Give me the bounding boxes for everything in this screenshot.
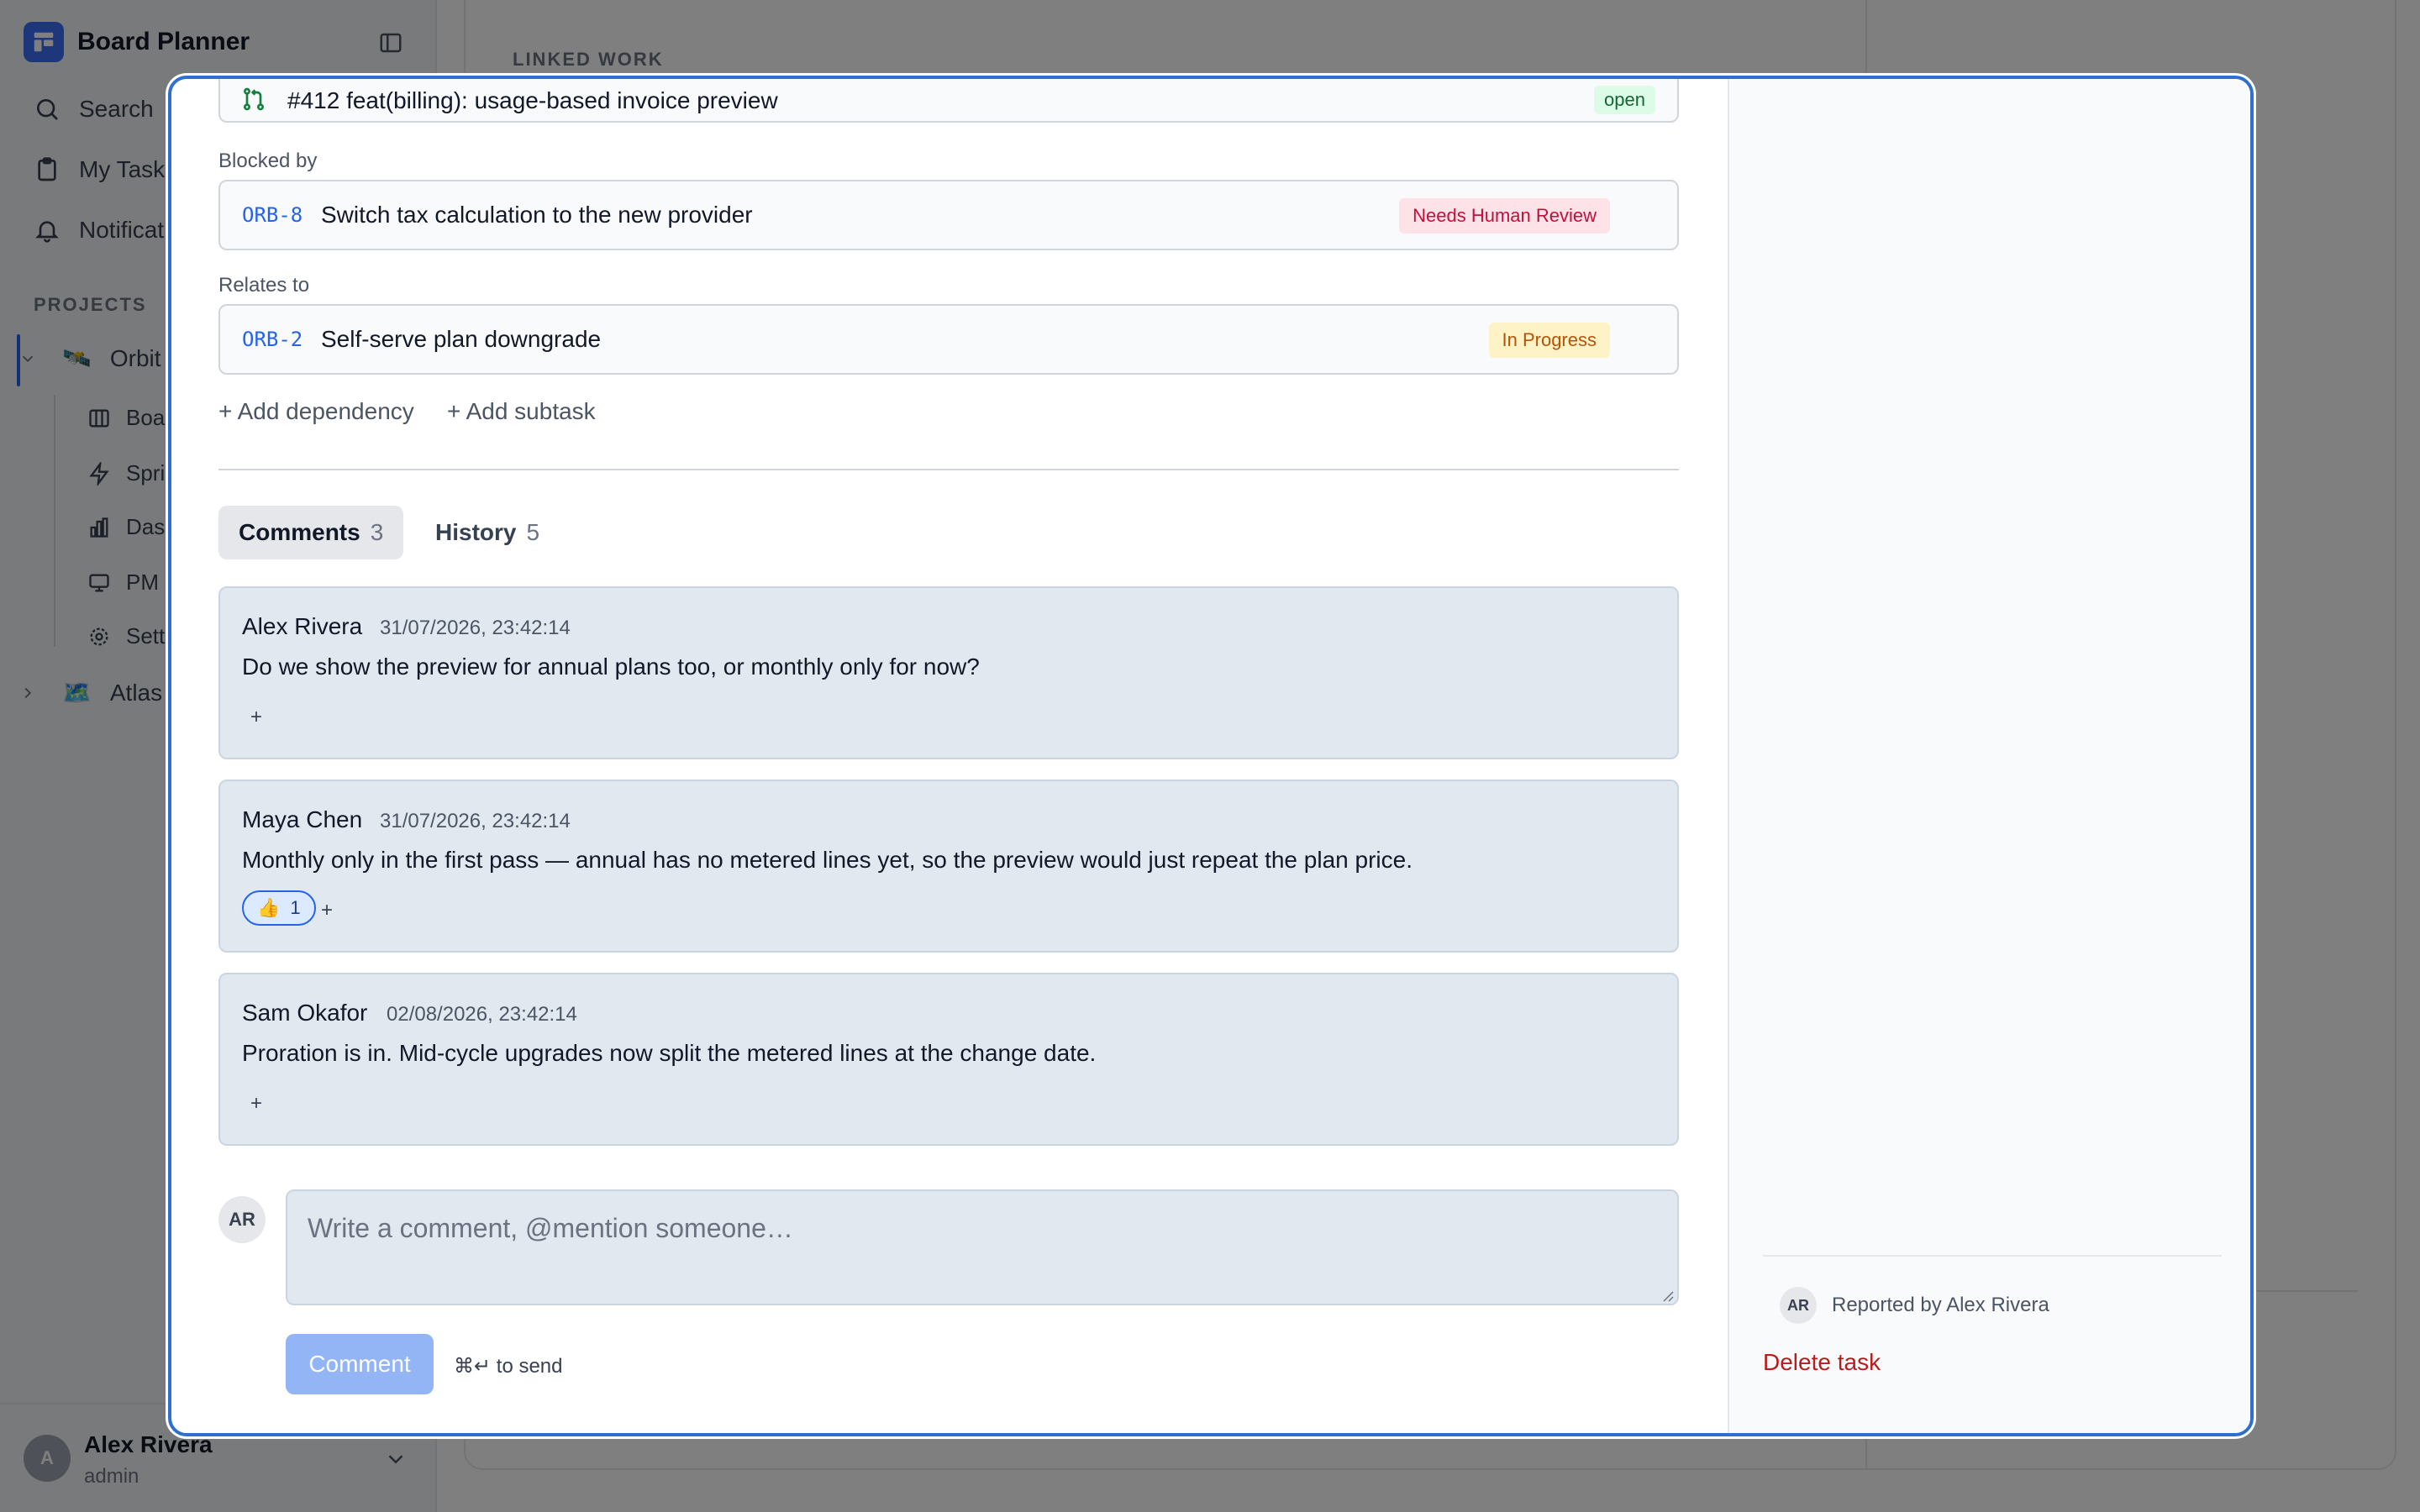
delete-task-button[interactable]: Delete task xyxy=(1763,1349,1881,1376)
avatar: AR xyxy=(218,1196,266,1243)
task-key: ORB-8 xyxy=(242,203,303,227)
comment-author: Maya Chen xyxy=(242,806,363,832)
comment-input[interactable] xyxy=(286,1189,1679,1305)
tab-count: 3 xyxy=(370,519,384,545)
add-reaction-button[interactable]: + xyxy=(321,899,333,922)
task-meta-panel: AR Reported by Alex Rivera Delete task xyxy=(1728,79,2250,1433)
comment-body: Do we show the preview for annual plans … xyxy=(242,654,980,680)
reporter-info: AR Reported by Alex Rivera xyxy=(1780,1287,2049,1324)
dependency-blocked-by[interactable]: ORB-8 Switch tax calculation to the new … xyxy=(218,180,1679,250)
comment-item: Alex Rivera 31/07/2026, 23:42:14 Do we s… xyxy=(218,586,1679,759)
panel-divider xyxy=(1763,1255,2222,1257)
tab-label: History xyxy=(435,519,517,545)
dependency-relates-to[interactable]: ORB-2 Self-serve plan downgrade In Progr… xyxy=(218,304,1679,375)
avatar: AR xyxy=(1780,1287,1817,1324)
comment-timestamp: 31/07/2026, 23:42:14 xyxy=(380,617,571,639)
comment-item: Maya Chen 31/07/2026, 23:42:14 Monthly o… xyxy=(218,780,1679,953)
add-reaction-button[interactable]: + xyxy=(250,1092,262,1116)
comment-timestamp: 31/07/2026, 23:42:14 xyxy=(380,810,571,832)
comment-body: Monthly only in the first pass — annual … xyxy=(242,847,1413,873)
comment-author: Alex Rivera xyxy=(242,613,363,639)
status-badge: In Progress xyxy=(1488,323,1610,358)
reaction-count: 1 xyxy=(290,897,301,918)
comment-body: Proration is in. Mid-cycle upgrades now … xyxy=(242,1040,1097,1066)
comment-timestamp: 02/08/2026, 23:42:14 xyxy=(387,1003,577,1026)
task-key: ORB-2 xyxy=(242,328,303,351)
status-badge: open xyxy=(1594,86,1655,114)
task-title: Switch tax calculation to the new provid… xyxy=(321,202,753,228)
thumbs-up-icon: 👍 xyxy=(257,897,281,918)
pull-request-icon xyxy=(244,87,264,111)
task-detail-modal: #412 feat(billing): usage-based invoice … xyxy=(168,76,2254,1436)
comment-author: Sam Okafor xyxy=(242,1000,368,1026)
comment-item: Sam Okafor 02/08/2026, 23:42:14 Proratio… xyxy=(218,973,1679,1146)
task-title: Self-serve plan downgrade xyxy=(321,326,602,352)
tab-count: 5 xyxy=(526,519,540,545)
comment-submit-button[interactable]: Comment xyxy=(286,1334,434,1394)
pull-request-title: #412 feat(billing): usage-based invoice … xyxy=(287,87,778,113)
relates-to-label: Relates to xyxy=(218,274,310,297)
blocked-by-label: Blocked by xyxy=(218,150,318,172)
section-divider xyxy=(218,469,1679,470)
linked-pull-request[interactable]: #412 feat(billing): usage-based invoice … xyxy=(218,79,1679,123)
reported-by-text: Reported by Alex Rivera xyxy=(1832,1294,2049,1316)
tab-history[interactable]: History 5 xyxy=(415,506,560,559)
reaction-thumbs-up[interactable]: 👍 1 xyxy=(242,890,316,926)
send-shortcut-hint: ⌘↵ to send xyxy=(454,1355,563,1378)
add-reaction-button[interactable]: + xyxy=(250,706,262,729)
tab-comments[interactable]: Comments 3 xyxy=(218,506,404,559)
add-subtask-button[interactable]: + Add subtask xyxy=(447,398,596,425)
status-badge: Needs Human Review xyxy=(1399,198,1610,234)
resize-handle-icon[interactable] xyxy=(1662,1290,1674,1302)
tab-label: Comments xyxy=(239,519,360,545)
add-dependency-button[interactable]: + Add dependency xyxy=(218,398,414,425)
